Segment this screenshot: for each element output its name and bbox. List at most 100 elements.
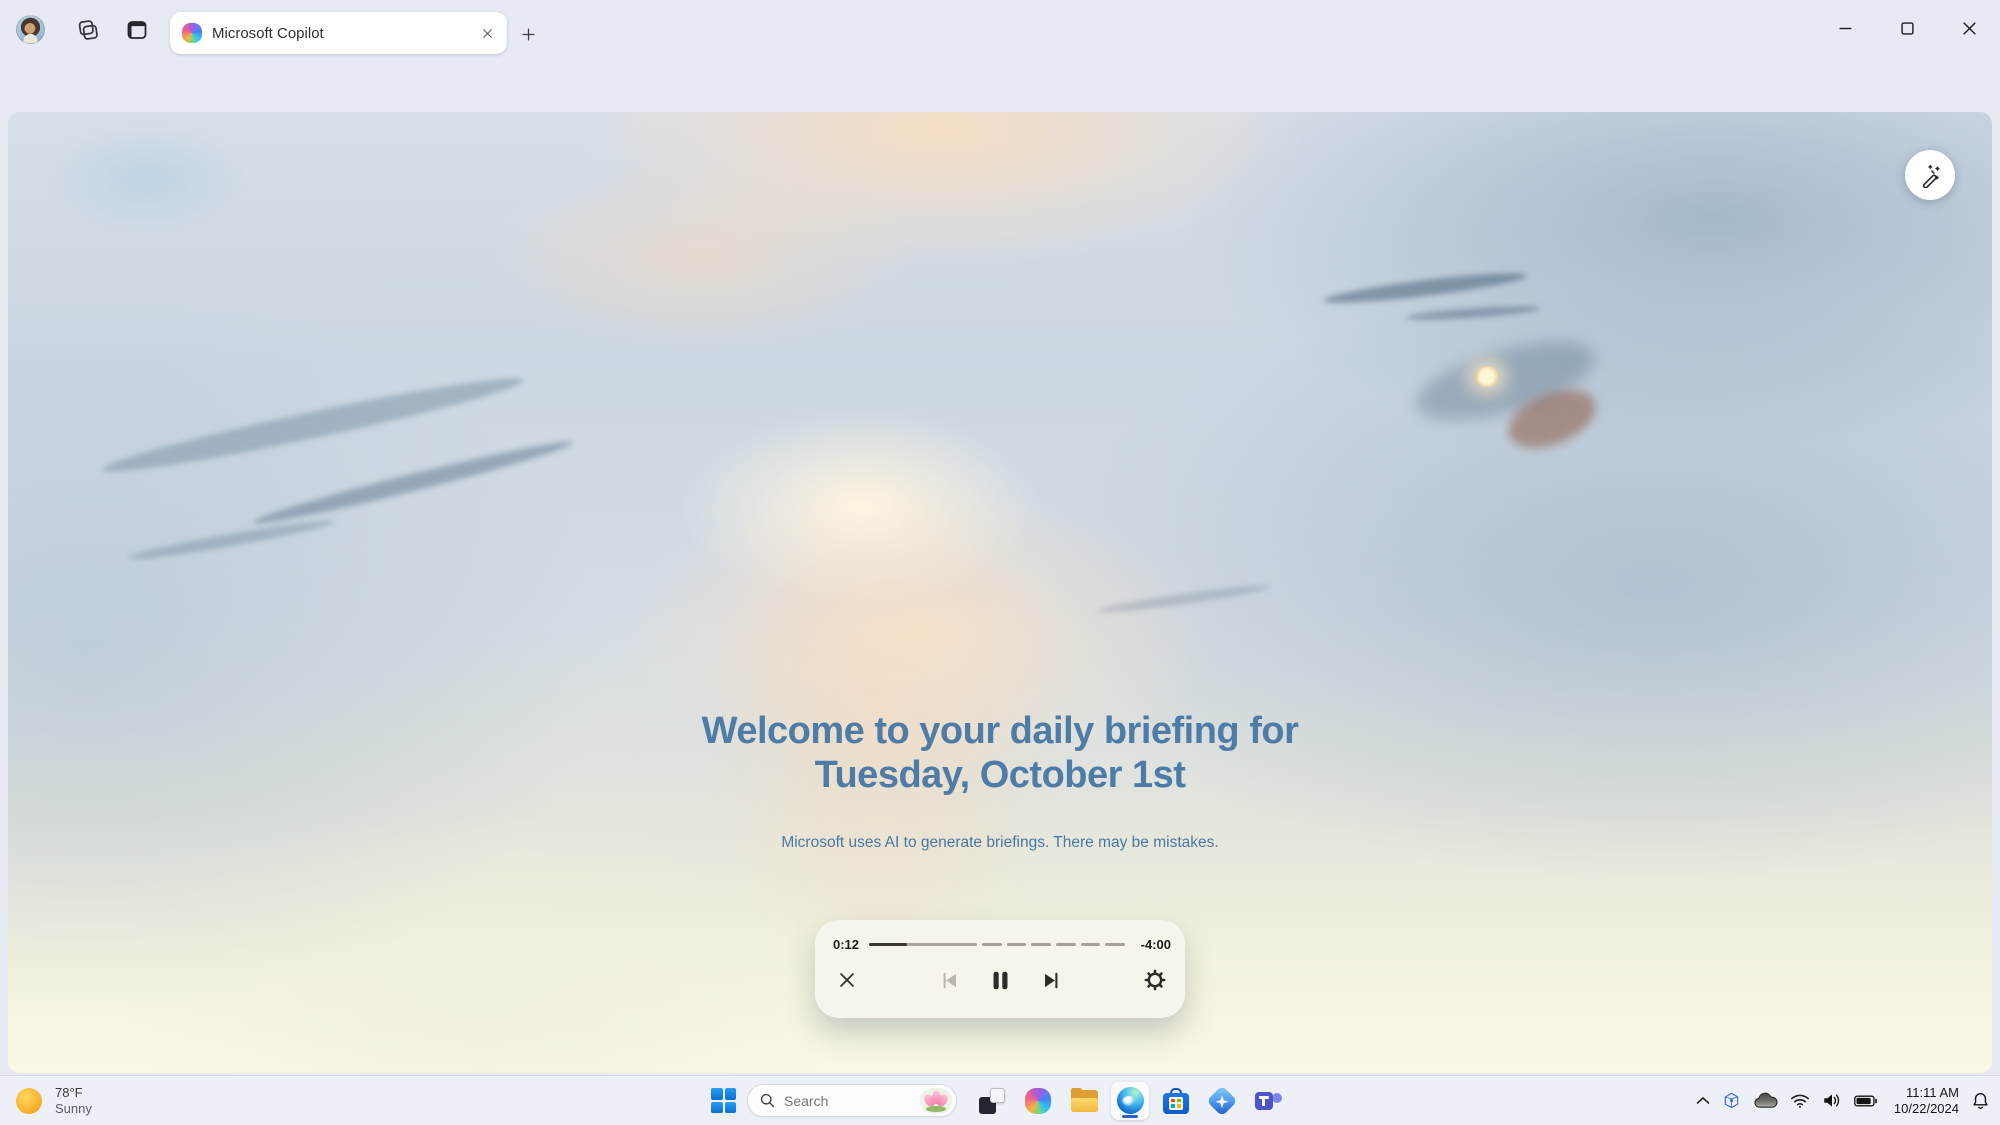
start-button[interactable] [711,1088,736,1113]
progress-segment[interactable] [1056,942,1076,947]
water-streak [1096,581,1271,617]
player-settings-button[interactable] [1141,966,1169,994]
browser-toolbar: https://copilot.microsoft.com [0,58,2000,165]
search-input[interactable] [784,1092,920,1109]
teams-icon [1254,1088,1282,1114]
tray-battery-button[interactable] [1854,1095,1877,1107]
water-streak [1322,267,1529,309]
sunny-weather-icon [16,1087,42,1114]
cloud-icon [1754,1092,1778,1108]
copilot-icon [1025,1087,1051,1114]
progress-segment[interactable] [1006,942,1027,947]
window-close-button[interactable] [1950,9,1988,47]
microsoft-store-icon [1163,1087,1189,1114]
chevron-up-icon [1696,1096,1710,1104]
copilot-daily-briefing-page: Welcome to your daily briefing for Tuesd… [8,112,1992,1073]
active-app-indicator [1122,1114,1138,1118]
tray-wifi-button[interactable] [1790,1093,1810,1109]
taskbar-search-box[interactable] [747,1084,957,1117]
settings-gear-icon [1144,969,1166,991]
close-icon [482,28,492,38]
magic-wand-icon [1922,164,1940,188]
previous-track-button[interactable] [935,966,963,994]
clock-time: 11:11 AM [1906,1085,1959,1100]
weather-temperature: 78°F [55,1084,83,1100]
taskbar-clock[interactable]: 11:11 AM 10/22/2024 [1889,1085,1959,1116]
copilot-favicon-icon [182,23,202,43]
search-icon [760,1093,775,1108]
maximize-icon [1900,21,1914,35]
player-progress-row: 0:12 -4:00 [833,937,1171,952]
briefing-title-line1: Welcome to your daily briefing for [701,710,1299,752]
previous-track-icon [943,972,956,988]
player-controls-row [815,961,1185,1005]
briefing-audio-player: 0:12 -4:00 [815,920,1185,1018]
customize-briefing-button[interactable] [1905,150,1955,200]
task-view-button[interactable] [973,1082,1011,1120]
profile-avatar[interactable] [16,15,45,44]
taskbar-m365-copilot[interactable] [1203,1082,1241,1120]
tray-overflow-button[interactable] [1696,1096,1710,1105]
tab-title: Microsoft Copilot [212,24,324,42]
progress-segment[interactable] [1080,942,1101,947]
taskbar-microsoft-store[interactable] [1157,1082,1195,1120]
weather-text: 78°F Sunny [55,1085,92,1117]
tab-close-button[interactable] [477,23,497,43]
next-track-icon [1044,972,1057,988]
taskbar-file-explorer[interactable] [1065,1082,1103,1120]
water-streak [250,434,576,531]
m365-copilot-diamond-icon [1206,1084,1238,1117]
taskbar-teams[interactable] [1249,1082,1287,1120]
briefing-title-line2: Tuesday, October 1st [814,754,1186,796]
bell-icon [1973,1092,1988,1110]
progress-played [869,942,907,947]
search-highlight-lotus-icon[interactable] [920,1087,952,1114]
edge-browser-icon [1116,1087,1144,1114]
notification-center-button[interactable] [1971,1091,1990,1110]
close-player-button[interactable] [833,966,861,994]
clock-date: 10/22/2024 [1893,1100,1959,1116]
taskbar-center [711,1076,1295,1125]
wifi-icon [1791,1094,1809,1108]
taskbar-weather-widget[interactable]: 78°F Sunny [16,1076,92,1125]
progress-segment[interactable] [1105,942,1126,947]
playback-controls [935,966,1065,994]
progress-segment-current[interactable] [869,942,977,947]
progress-bar[interactable] [869,942,1126,947]
new-tab-button[interactable] [514,20,542,48]
next-track-button[interactable] [1037,966,1065,994]
task-view-icon [979,1087,1005,1114]
pause-button[interactable] [986,966,1014,994]
close-icon [1962,21,1976,35]
tab-actions-button[interactable] [124,17,150,43]
browser-tab-microsoft-copilot[interactable]: Microsoft Copilot [170,12,507,54]
window-maximize-button[interactable] [1888,9,1926,47]
ai-disclaimer: Microsoft uses AI to generate briefings.… [781,834,1219,851]
system-tray: 11:11 AM 10/22/2024 [1696,1076,1990,1125]
water-streak [126,515,336,565]
tray-onedrive-button[interactable] [1753,1092,1778,1109]
windows-taskbar: 78°F Sunny Search 11:11 AM 10/22/2024 [0,1075,2000,1125]
remaining-time: -4:00 [1140,937,1171,952]
progress-segment[interactable] [1031,942,1052,947]
desktop-screen: Microsoft Copilot Welcome to your daily … [0,0,2000,1125]
speaker-icon [1824,1094,1840,1107]
progress-segment[interactable] [982,942,1002,947]
plus-icon [522,28,534,40]
windows-logo-icon [711,1088,723,1100]
cube-icon [1724,1092,1739,1109]
weather-condition: Sunny [55,1100,92,1116]
browser-tab-strip: Microsoft Copilot [0,0,2000,58]
workspaces-icon [76,18,100,42]
tray-3d-app-button[interactable] [1722,1091,1741,1110]
sun-reflection-dot [1474,366,1500,387]
water-streak [1405,303,1542,323]
elapsed-time: 0:12 [833,937,860,952]
vertical-tabs-icon [125,18,149,42]
taskbar-copilot-app[interactable] [1019,1082,1057,1120]
tray-volume-button[interactable] [1822,1092,1842,1109]
workspaces-button[interactable] [75,17,101,43]
briefing-title: Welcome to your daily briefing for Tuesd… [8,709,1992,797]
taskbar-edge-active[interactable] [1111,1081,1149,1120]
window-minimize-button[interactable] [1826,9,1864,47]
